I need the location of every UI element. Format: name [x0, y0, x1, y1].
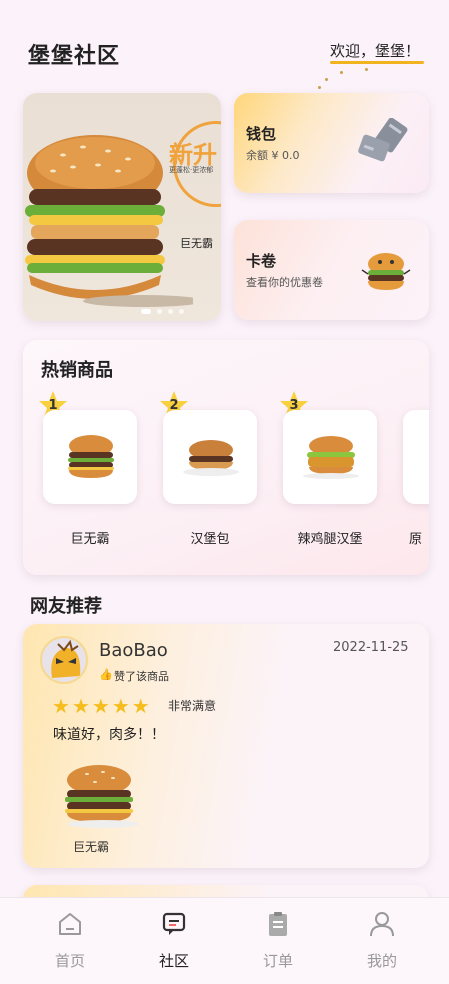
promo-banner[interactable]: 新升 更蓬松·更浓郁 巨无霸 — [23, 93, 221, 321]
welcome-underline — [330, 61, 424, 64]
spicy-chicken-burger-image — [303, 436, 359, 479]
carousel-dot[interactable] — [179, 309, 184, 314]
decoration-dot — [365, 68, 368, 71]
burger-image — [25, 135, 193, 307]
review-product-image[interactable] — [59, 764, 139, 830]
banner-tag: 巨无霸 — [180, 237, 213, 250]
tab-label: 订单 — [262, 952, 293, 970]
recommend-section-title: 网友推荐 — [30, 596, 102, 617]
hot-products-section: 热销商品 1 巨无霸 2 汉堡包 3 辣鸡腿汉堡 原 — [23, 340, 429, 575]
star-icon: ★ — [71, 694, 90, 718]
welcome-text: 欢迎，堡堡！ — [330, 42, 421, 60]
bottom-tab-bar: 首页 社区 订单 我的 — [0, 897, 449, 984]
decoration-dot — [325, 78, 328, 81]
order-icon — [269, 912, 287, 936]
product-card-bigmac[interactable] — [43, 410, 137, 504]
carousel-dot[interactable] — [157, 309, 162, 314]
product-name: 巨无霸 — [70, 532, 110, 547]
product-name: 汉堡包 — [190, 532, 230, 547]
tab-profile[interactable]: 我的 — [326, 898, 438, 984]
tab-label: 我的 — [366, 952, 397, 970]
home-icon — [59, 913, 81, 935]
post-date: 2022-11-25 — [333, 640, 409, 655]
thumbs-up-icon: 👍 — [99, 668, 113, 681]
wallet-card[interactable]: 钱包 余额 ¥ 0.0 — [234, 93, 429, 193]
recommend-card[interactable]: BaoBao 👍 赞了该商品 2022-11-25 ★ ★ ★ ★ ★ 非常满意 味道好… — [23, 624, 429, 868]
hamburger-image — [183, 440, 239, 476]
rating-label: 非常满意 — [168, 699, 217, 713]
decoration-dot — [340, 71, 343, 74]
tab-label: 社区 — [158, 952, 189, 970]
wallet-cards-icon — [358, 118, 408, 162]
rating-stars: ★ ★ ★ ★ ★ — [52, 694, 152, 718]
star-icon: ★ — [111, 694, 130, 718]
burger-mascot-icon — [361, 253, 411, 290]
carousel-dot[interactable] — [168, 309, 173, 314]
banner-subtitle: 更蓬松·更浓郁 — [169, 166, 214, 174]
coupon-title: 卡卷 — [246, 252, 277, 270]
carousel-dots[interactable] — [141, 299, 190, 318]
decoration-dot — [318, 86, 321, 89]
wallet-title: 钱包 — [246, 125, 277, 143]
page-title: 堡堡社区 — [28, 44, 121, 69]
product-name: 辣鸡腿汉堡 — [297, 532, 363, 547]
avatar[interactable] — [40, 636, 88, 684]
community-icon — [162, 912, 186, 935]
product-card-partial[interactable] — [403, 410, 429, 504]
star-icon: ★ — [131, 694, 150, 718]
liked-text: 赞了该商品 — [114, 670, 169, 683]
avatar-mascot-icon — [51, 639, 81, 678]
star-icon: ★ — [91, 694, 110, 718]
hot-section-title: 热销商品 — [41, 360, 113, 381]
profile-icon — [370, 912, 394, 937]
tab-orders[interactable]: 订单 — [222, 898, 334, 984]
coupon-card[interactable]: 卡卷 查看你的优惠卷 — [234, 220, 429, 320]
wallet-balance: 余额 ¥ 0.0 — [246, 149, 300, 162]
review-product-name: 巨无霸 — [73, 840, 110, 854]
star-icon: ★ — [52, 694, 70, 718]
coupon-subtitle: 查看你的优惠卷 — [246, 276, 323, 289]
tab-label: 首页 — [54, 952, 85, 970]
tab-home[interactable]: 首页 — [14, 898, 126, 984]
tab-community[interactable]: 社区 — [118, 898, 230, 984]
product-name: 原 — [409, 532, 423, 547]
product-card-hamburger[interactable] — [163, 410, 257, 504]
carousel-dot-active[interactable] — [141, 309, 151, 314]
username[interactable]: BaoBao — [99, 640, 168, 661]
review-text: 味道好，肉多！！ — [53, 727, 165, 743]
product-card-spicy-chicken[interactable] — [283, 410, 377, 504]
bigmac-image — [68, 435, 114, 478]
